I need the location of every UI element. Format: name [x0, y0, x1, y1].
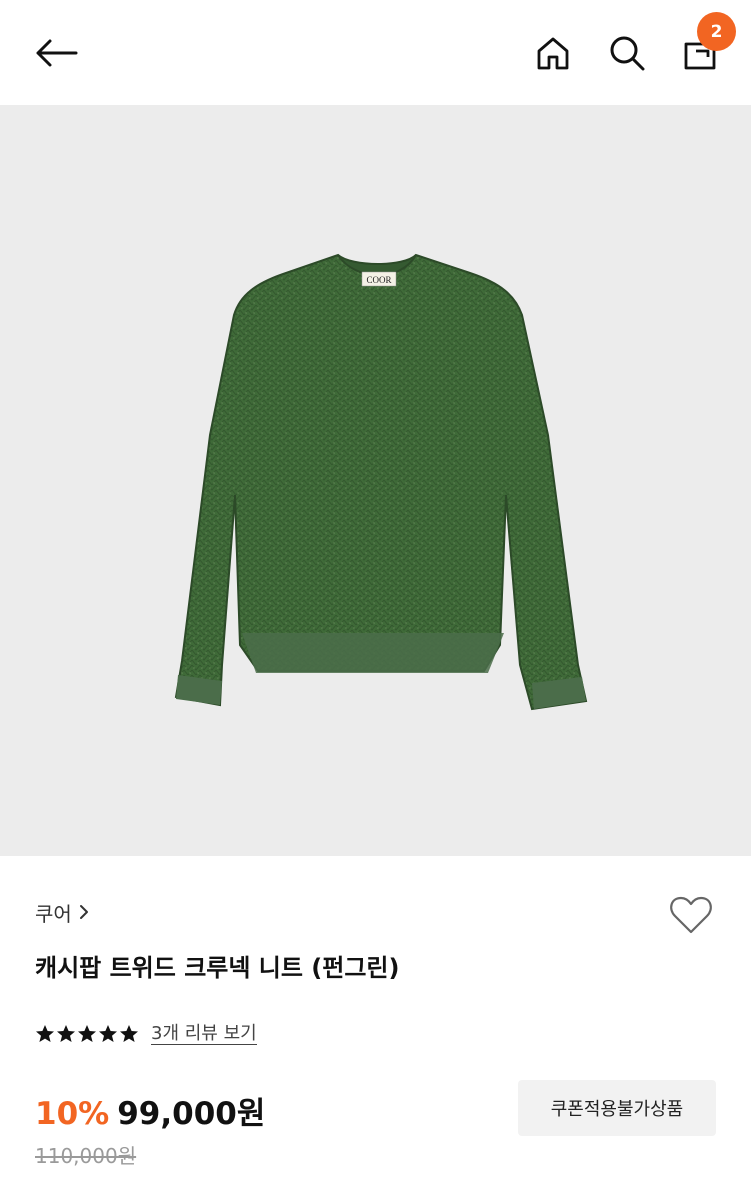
brand-link[interactable]: 쿠어 — [35, 897, 90, 927]
search-icon — [610, 36, 645, 71]
cart-count-badge: 2 — [697, 12, 736, 51]
product-title: 캐시팝 트위드 크루넥 니트 (펀그린) — [35, 954, 400, 982]
rating-row: 3개 리뷰 보기 — [35, 1020, 257, 1048]
top-header: 2 — [0, 0, 751, 105]
arrow-left-icon — [36, 39, 78, 67]
back-button[interactable] — [28, 30, 84, 76]
wishlist-button[interactable] — [668, 893, 714, 937]
coupon-notice: 쿠폰적용불가상품 — [518, 1080, 716, 1136]
home-button[interactable] — [530, 30, 576, 76]
price-row: 10% 99,000원 — [35, 1088, 265, 1133]
sale-price: 99,000원 — [117, 1096, 266, 1132]
star-icon — [78, 1025, 96, 1042]
review-link[interactable]: 3개 리뷰 보기 — [151, 1023, 257, 1045]
sweater-illustration: COOR — [174, 253, 588, 711]
home-icon — [537, 37, 569, 70]
star-icon — [120, 1025, 138, 1042]
product-image[interactable]: COOR — [0, 105, 751, 856]
brand-tag-label: COOR — [366, 275, 391, 285]
brand-name: 쿠어 — [35, 901, 72, 926]
original-price: 110,000원 — [35, 1144, 137, 1168]
rating-stars — [35, 1024, 139, 1044]
chevron-right-icon — [78, 903, 90, 921]
star-icon — [57, 1025, 75, 1042]
heart-icon — [670, 896, 712, 934]
search-button[interactable] — [604, 30, 650, 76]
star-icon — [99, 1025, 117, 1042]
star-icon — [36, 1025, 54, 1042]
discount-rate: 10% — [35, 1096, 110, 1132]
